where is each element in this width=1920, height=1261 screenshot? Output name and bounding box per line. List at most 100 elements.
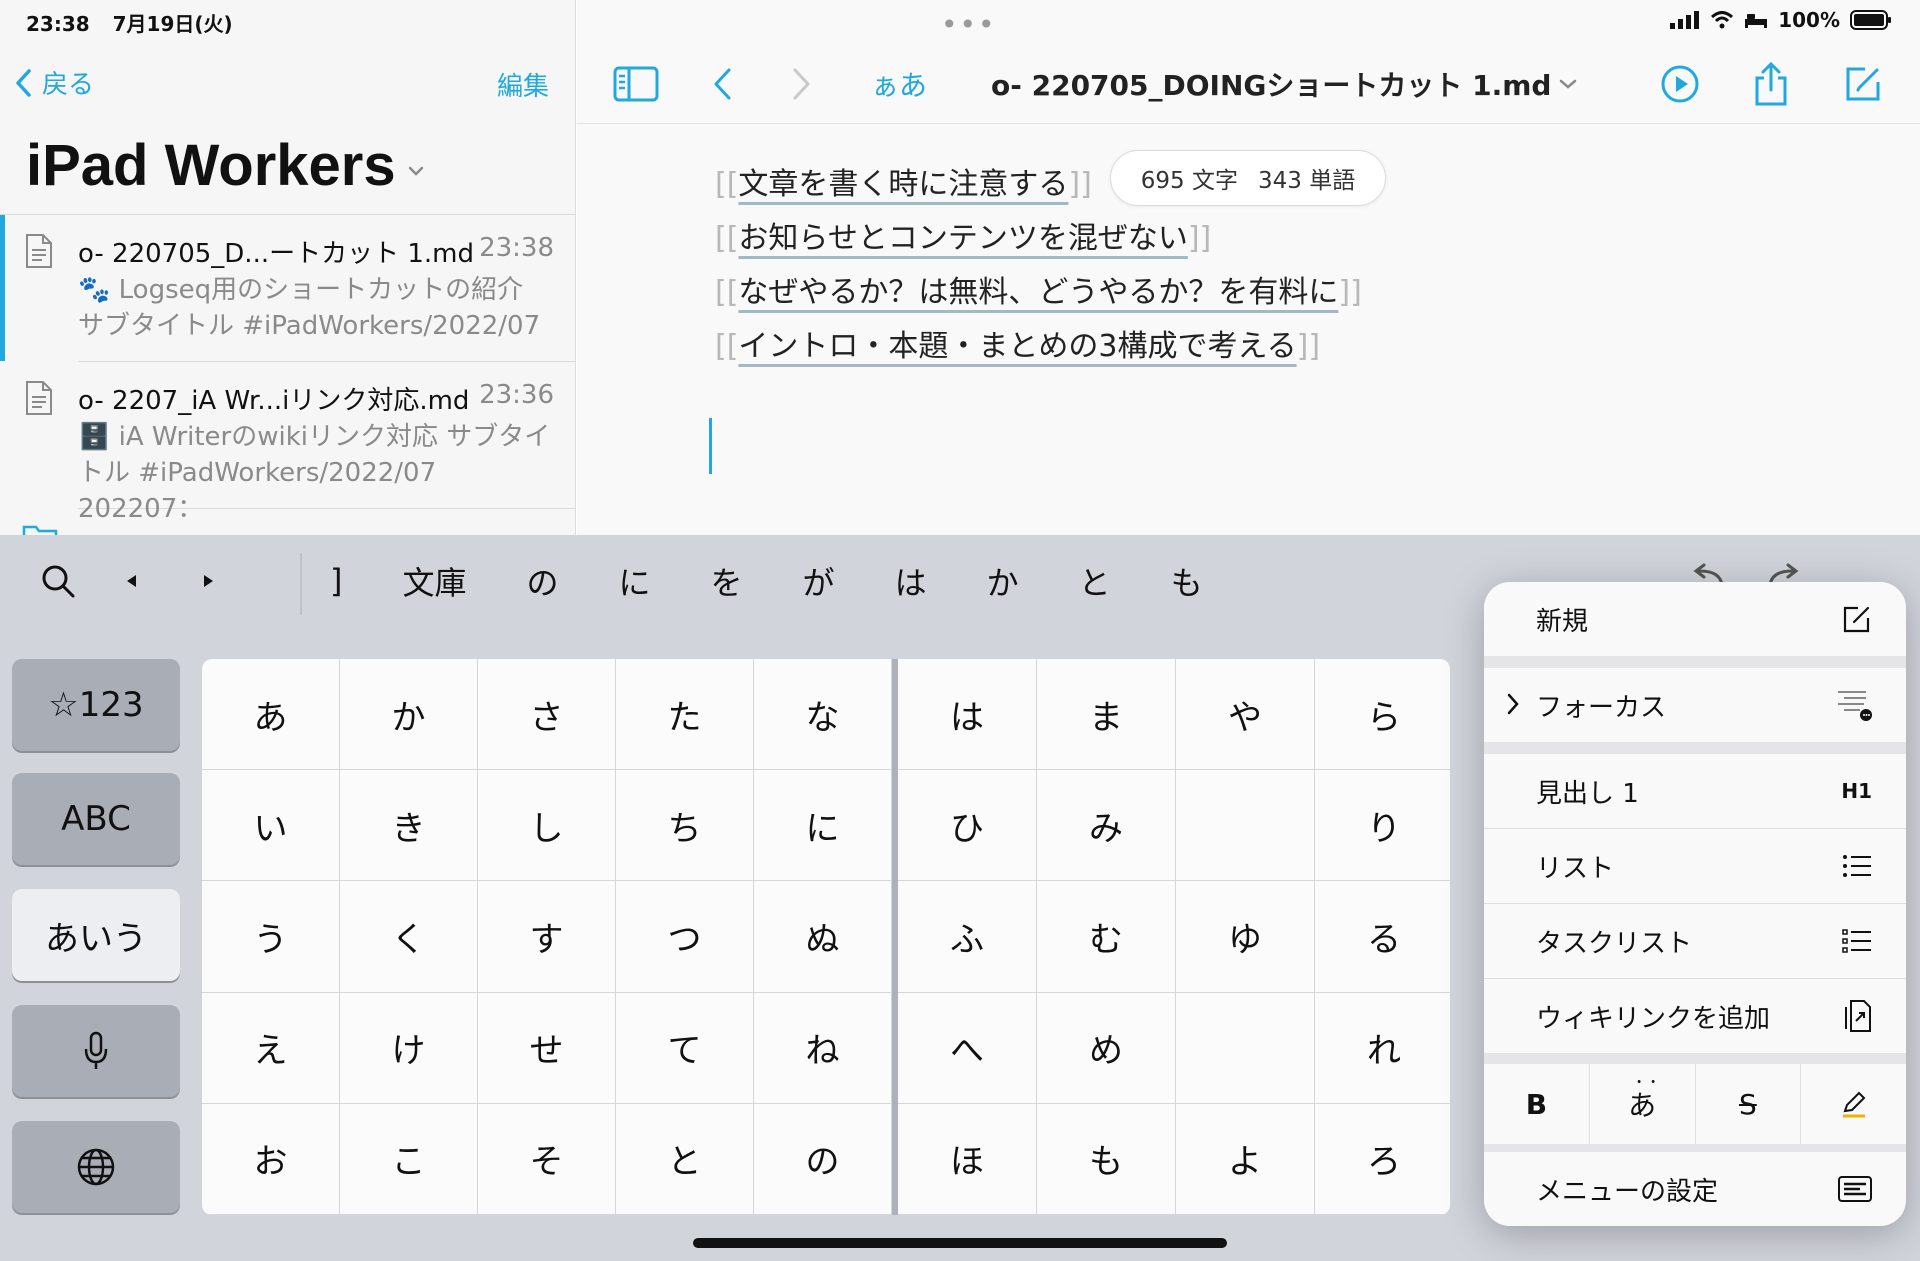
kana-key[interactable]: も [1037,1103,1176,1215]
strikethrough-button[interactable]: S [1696,1064,1802,1144]
menu-item-list[interactable]: リスト [1484,829,1906,903]
wiki-link-line: [[お知らせとコンテンツを混ぜない]] [715,221,1212,256]
kana-key[interactable]: む [1037,881,1176,993]
wiki-link[interactable]: お知らせとコンテンツを混ぜない [738,221,1187,256]
caret-right-icon[interactable] [200,573,216,589]
kana-key[interactable]: ろ [1315,1104,1450,1215]
kana-key[interactable]: い [202,770,340,882]
abc-key[interactable]: ABC [12,773,180,865]
kana-key[interactable]: あ [202,659,340,771]
chevron-right-icon [1507,693,1519,715]
nav-back-button[interactable] [711,56,733,112]
candidate[interactable]: の [527,558,559,604]
kana-mode-key[interactable]: あいう [12,889,180,981]
kana-key[interactable]: よ [1176,1103,1315,1215]
kana-key[interactable]: の [754,1103,892,1215]
candidate[interactable]: も [1171,558,1203,604]
kana-key[interactable]: に [754,770,892,882]
share-button[interactable] [1753,56,1789,112]
kana-key[interactable]: そ [478,1103,616,1215]
kana-key[interactable]: や [1176,659,1315,771]
menu-item-menu-settings[interactable]: メニューの設定 [1484,1152,1906,1226]
sidebar-toggle-button[interactable] [613,56,659,112]
kana-key[interactable]: く [340,881,478,993]
document-title-dropdown[interactable]: o- 220705_DOINGショートカット 1.md [991,64,1577,104]
file-item[interactable]: o- 220705_D...ートカット 1.md 23:38 🐾 Logseq用… [0,215,575,361]
candidate[interactable]: が [803,558,835,604]
status-indicators: 100% [1660,8,1892,32]
ruby-button[interactable]: あ・・ [1590,1064,1696,1144]
list-icon [1843,855,1871,877]
multitasking-dots-icon[interactable]: ••• [941,8,997,41]
kana-key[interactable]: ら [1315,659,1450,771]
candidate[interactable]: か [987,558,1019,604]
kana-key[interactable]: り [1315,770,1450,882]
kana-key[interactable]: し [478,770,616,882]
kana-key[interactable]: ま [1037,659,1176,771]
wiki-link[interactable]: イントロ・本題・まとめの3構成で考える [738,329,1296,364]
kana-key[interactable]: す [478,881,616,993]
nav-forward-button[interactable] [791,56,813,112]
font-size-button[interactable]: ぁあ [871,56,927,112]
kana-key[interactable]: こ [340,1103,478,1215]
globe-key[interactable] [12,1121,180,1213]
kana-key[interactable]: せ [478,992,616,1104]
kana-key[interactable]: み [1037,770,1176,882]
word-count-badge[interactable]: 695 文字 343 単語 [1110,150,1386,206]
candidate[interactable]: に [619,558,651,604]
compose-button[interactable] [1843,56,1883,112]
preview-button[interactable] [1660,56,1700,112]
menu-item-heading1[interactable]: 見出し 1 H1 [1484,754,1906,828]
bold-button[interactable]: B [1484,1064,1590,1144]
kana-key[interactable]: め [1037,992,1176,1104]
kana-key[interactable]: と [616,1103,754,1215]
kana-key[interactable]: れ [1315,993,1450,1104]
kana-key[interactable]: な [754,659,892,771]
kana-key[interactable]: る [1315,881,1450,993]
kana-key[interactable] [1176,770,1315,882]
search-icon[interactable] [40,563,76,599]
kana-key[interactable]: へ [898,992,1037,1104]
back-button[interactable]: 戻る [14,64,94,101]
kana-key[interactable]: ゆ [1176,881,1315,993]
chevron-down-icon [408,166,423,176]
candidate[interactable]: を [711,558,743,604]
kana-key[interactable]: さ [478,659,616,771]
wiki-link[interactable]: なぜやるか？は無料、どうやるか？を有料に [738,275,1338,310]
kana-key[interactable]: た [616,659,754,771]
numbers-key[interactable]: ☆123 [12,659,180,751]
wiki-link[interactable]: 文章を書く時に注意する [738,167,1068,202]
kana-key[interactable]: お [202,1103,340,1215]
menu-item-new[interactable]: 新規 [1484,582,1906,656]
candidate[interactable]: と [1079,558,1111,604]
kana-key[interactable]: ほ [898,1103,1037,1215]
kana-key[interactable]: ち [616,770,754,882]
kana-key[interactable]: え [202,992,340,1104]
menu-item-task-list[interactable]: タスクリスト [1484,904,1906,978]
dictation-key[interactable] [12,1005,180,1097]
kana-key[interactable]: う [202,881,340,993]
kana-key[interactable]: き [340,770,478,882]
cellular-signal-icon [1670,11,1700,29]
library-title-dropdown[interactable]: iPad Workers [26,132,424,199]
menu-item-add-wiki-link[interactable]: ウィキリンクを追加 [1484,979,1906,1053]
kana-key[interactable]: ひ [898,770,1037,882]
candidate[interactable]: 文庫 [402,558,466,604]
kana-key[interactable]: か [340,659,478,771]
highlight-button[interactable] [1801,1064,1906,1144]
kana-key[interactable]: ふ [898,881,1037,993]
home-indicator[interactable] [693,1238,1227,1248]
candidate[interactable]: は [895,558,927,604]
kana-key[interactable]: て [616,992,754,1104]
kana-key[interactable]: け [340,992,478,1104]
kana-key[interactable]: は [898,659,1037,771]
edit-button[interactable]: 編集 [497,66,549,103]
candidate[interactable]: ] [330,562,342,600]
kana-key[interactable]: ぬ [754,881,892,993]
file-item[interactable]: o- 2207_iA Wr...iリンク対応.md 23:36 🗄️ iA Wr… [0,362,575,524]
kana-key[interactable] [1176,992,1315,1104]
caret-left-icon[interactable] [124,573,140,589]
kana-key[interactable]: つ [616,881,754,993]
kana-key[interactable]: ね [754,992,892,1104]
menu-item-focus[interactable]: フォーカス [1484,668,1906,742]
